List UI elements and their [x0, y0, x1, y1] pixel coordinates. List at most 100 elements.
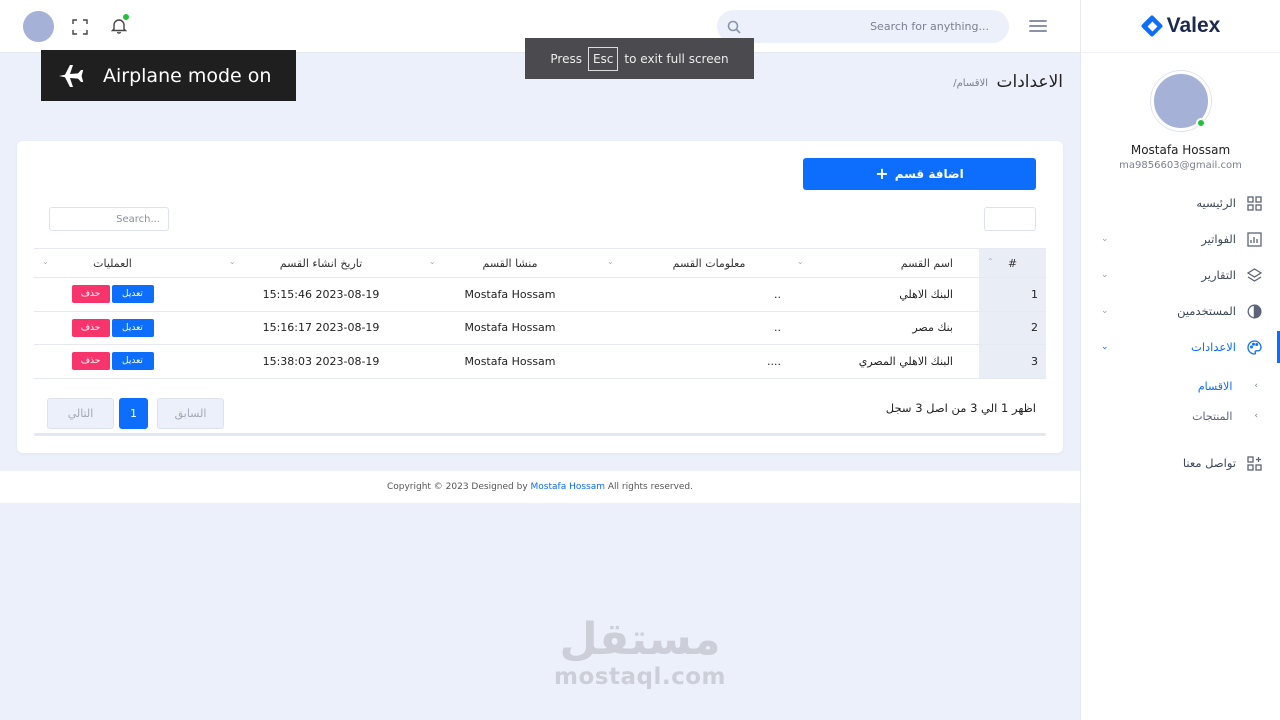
- brand-logo[interactable]: Valex: [1081, 0, 1280, 53]
- chevron-down-icon: ⌄: [1101, 306, 1109, 316]
- chevron-left-icon: ‹: [1254, 381, 1258, 391]
- sidebar-item-label: الرئيسيه: [1196, 196, 1236, 210]
- cell-operations: حذف تعديل: [34, 311, 221, 345]
- sidebar-item-users[interactable]: المستخدمين ⌄: [1081, 293, 1280, 329]
- delete-button[interactable]: حذف: [71, 285, 110, 304]
- sidebar-item-label: تواصل معنا: [1182, 456, 1236, 470]
- column-header-name[interactable]: اسم القسم ⌄: [789, 248, 979, 278]
- palette-icon: [1246, 339, 1262, 355]
- table-search-input[interactable]: [49, 207, 169, 231]
- table-info-text: اظهر 1 الي 3 من اصل 3 سجل: [885, 401, 1036, 415]
- cell-number: 3: [979, 344, 1046, 379]
- esc-press-text: Press: [550, 51, 582, 66]
- footer-rights: All rights reserved.: [607, 482, 694, 492]
- logo-icon: [1140, 14, 1163, 38]
- watermark-latin: mostaql.com: [554, 664, 726, 690]
- sidebar: Valex Mostafa Hossam ma9856603@gmail.com…: [1080, 0, 1280, 720]
- layers-icon: [1246, 267, 1262, 283]
- horizontal-scrollbar[interactable]: [34, 433, 1046, 436]
- cell-creator: Mostafa Hossam: [421, 344, 599, 379]
- cell-operations: حذف تعديل: [34, 344, 221, 379]
- sidebar-item-label: الاعدادات: [1191, 340, 1236, 354]
- online-status-dot: [1195, 118, 1206, 128]
- column-header-number[interactable]: # ⌃: [979, 248, 1046, 278]
- watermark-arabic: مستقل: [559, 614, 721, 665]
- menu-icon[interactable]: [1029, 20, 1047, 35]
- sidebar-item-reports[interactable]: التقارير ⌄: [1081, 257, 1280, 293]
- apps-add-icon: [1246, 455, 1262, 471]
- column-header-info[interactable]: معلومات القسم ⌄: [599, 248, 789, 278]
- previous-page-button[interactable]: السابق: [157, 398, 224, 429]
- sidebar-item-label: التقارير: [1201, 268, 1236, 282]
- add-section-button[interactable]: + اضافة قسم: [803, 158, 1036, 190]
- footer-copyright: Copyright © 2023 Designed by: [386, 482, 528, 492]
- airplane-mode-toast: Airplane mode on: [41, 50, 296, 101]
- search-icon[interactable]: [727, 20, 741, 34]
- cell-name: البنك الاهلي: [789, 277, 979, 312]
- notification-dot: [122, 13, 130, 21]
- table-row: 1 البنك الاهلي .. Mostafa Hossam 2023-08…: [34, 277, 1046, 312]
- cell-date: 2023-08-19 15:38:03: [221, 344, 421, 379]
- sidebar-item-settings[interactable]: الاعدادات ⌄: [1081, 329, 1280, 365]
- plus-icon: +: [875, 164, 889, 183]
- sidebar-subitem-products[interactable]: ‹ المنتجات: [1081, 401, 1280, 431]
- pagination: التالي 1 السابق: [47, 398, 224, 429]
- cell-name: البنك الاهلي المصري: [789, 344, 979, 379]
- users-circle-icon: [1246, 303, 1262, 319]
- profile-avatar[interactable]: [1150, 71, 1211, 131]
- sort-icon: ⌃: [987, 257, 994, 266]
- profile-name: Mostafa Hossam: [1130, 143, 1231, 157]
- sort-icon: ⌄: [607, 257, 614, 266]
- footer: Copyright © 2023 Designed by Mostafa Hos…: [0, 471, 1080, 503]
- table-row: 3 البنك الاهلي المصري .... Mostafa Hossa…: [34, 344, 1046, 379]
- sidebar-nav: الرئيسيه الفواتير ⌄ التقارير ⌄ المستخدمي…: [1081, 185, 1280, 481]
- page-length-select[interactable]: [984, 207, 1036, 231]
- edit-button[interactable]: تعديل: [111, 352, 154, 371]
- sidebar-subitem-label: المنتجات: [1192, 409, 1233, 423]
- breadcrumb[interactable]: /الاقسام: [953, 78, 988, 89]
- delete-button[interactable]: حذف: [71, 352, 110, 371]
- delete-button[interactable]: حذف: [71, 318, 110, 337]
- chevron-down-icon: ⌄: [1101, 234, 1109, 244]
- sidebar-item-invoices[interactable]: الفواتير ⌄: [1081, 221, 1280, 257]
- column-header-operations[interactable]: العمليات ⌄: [34, 248, 221, 278]
- sidebar-item-home[interactable]: الرئيسيه: [1081, 185, 1280, 221]
- cell-info: ..: [599, 311, 789, 345]
- footer-author-link[interactable]: Mostafa Hossam: [531, 482, 605, 492]
- fullscreen-icon[interactable]: [72, 19, 88, 35]
- edit-button[interactable]: تعديل: [111, 285, 154, 304]
- page-title: الاعدادات: [996, 72, 1063, 92]
- dashboard-icon: [1246, 195, 1262, 211]
- airplane-mode-text: Airplane mode on: [103, 64, 272, 87]
- esc-key: Esc: [587, 46, 619, 71]
- sort-icon: ⌄: [42, 257, 49, 266]
- column-header-creator[interactable]: منشا القسم ⌄: [421, 248, 599, 278]
- sidebar-item-label: الفواتير: [1201, 232, 1236, 246]
- edit-button[interactable]: تعديل: [111, 318, 154, 337]
- cell-date: 2023-08-19 15:15:46: [221, 277, 421, 312]
- sidebar-subitem-sections[interactable]: ‹ الاقسام: [1081, 371, 1280, 401]
- table-header-row: # ⌃ اسم القسم ⌄ معلومات القسم ⌄ منشا القسم ⌄…: [34, 248, 1046, 278]
- cell-number: 2: [979, 311, 1046, 345]
- cell-operations: حذف تعديل: [34, 277, 221, 312]
- sort-icon: ⌄: [229, 257, 236, 266]
- cell-number: 1: [979, 277, 1046, 312]
- chevron-down-icon: ⌄: [1101, 342, 1109, 352]
- search-input[interactable]: [759, 20, 989, 33]
- sidebar-item-contact[interactable]: تواصل معنا: [1081, 445, 1280, 481]
- page-1-button[interactable]: 1: [119, 398, 148, 429]
- next-page-button[interactable]: التالي: [47, 398, 114, 429]
- fullscreen-exit-toast: Press Esc to exit full screen: [525, 38, 754, 79]
- column-header-date[interactable]: تاريخ انشاء القسم ⌄: [221, 248, 421, 278]
- cell-creator: Mostafa Hossam: [421, 277, 599, 312]
- brand-name: Valex: [1166, 14, 1221, 37]
- user-profile: Mostafa Hossam ma9856603@gmail.com: [1081, 53, 1280, 171]
- sidebar-subitem-label: الاقسام: [1197, 379, 1233, 393]
- esc-suffix-text: to exit full screen: [624, 51, 729, 66]
- cell-creator: Mostafa Hossam: [421, 311, 599, 345]
- add-section-label: اضافة قسم: [894, 167, 964, 181]
- user-avatar[interactable]: [23, 11, 54, 42]
- cell-name: بنك مصر: [789, 311, 979, 345]
- cell-info: ..: [599, 277, 789, 312]
- global-search: [717, 10, 1009, 43]
